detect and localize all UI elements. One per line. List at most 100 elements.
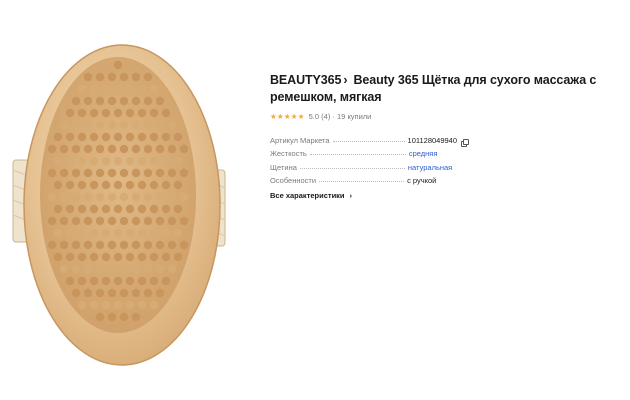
bristle-tuft (173, 228, 183, 238)
bristle-tuft (83, 264, 93, 274)
bristle-tuft (59, 168, 69, 178)
spec-value-link[interactable]: натуральная (408, 163, 452, 172)
bristle-tuft (113, 180, 123, 190)
bristle-tuft (101, 108, 111, 118)
bristle-tuft (77, 228, 87, 238)
bristle-tuft (143, 192, 153, 202)
bristle-tuft (149, 156, 159, 166)
bristle-tuft (143, 120, 153, 130)
bristle-tuft (71, 144, 81, 154)
bristle-tuft (107, 96, 117, 106)
bristle-tuft (71, 192, 81, 202)
bristle-tuft (131, 264, 141, 274)
bristle-tuft (95, 168, 105, 178)
bristle-tuft (161, 228, 171, 238)
bristle-tuft (155, 288, 165, 298)
bristle-tuft (119, 120, 129, 130)
bristle-tuft (113, 252, 123, 262)
bristle-tuft (173, 204, 183, 214)
bristle-tuft (107, 216, 117, 226)
bristle-tuft (65, 228, 75, 238)
bristle-tuft (155, 264, 165, 274)
bristle-tuft (71, 96, 81, 106)
bristle-tuft (161, 276, 171, 286)
bristle-tuft (155, 192, 165, 202)
bristle-tuft (107, 168, 117, 178)
bristle-tuft (179, 192, 189, 202)
bristle-tuft (83, 96, 93, 106)
bristle-tuft (65, 108, 75, 118)
bristle-tuft (71, 288, 81, 298)
bristle-tuft (47, 168, 57, 178)
bristle-tuft (155, 168, 165, 178)
bristle-tuft (143, 264, 153, 274)
bristle-tuft (101, 276, 111, 286)
bristle-tuft (119, 312, 129, 322)
bristle-tuft (155, 144, 165, 154)
bristle-tuft (89, 108, 99, 118)
bristle-tuft (119, 264, 129, 274)
bristle-tuft (89, 228, 99, 238)
bristle-tuft (125, 252, 135, 262)
bristle-tuft (77, 252, 87, 262)
star-icon: ★★★★★ (270, 112, 305, 121)
spec-row-article: Артикул Маркета 101128049940 (270, 132, 622, 148)
bristle-tuft (83, 240, 93, 250)
bristle-tuft (149, 84, 159, 94)
bristle-tuft (89, 84, 99, 94)
bristle-tuft (101, 84, 111, 94)
bristle-tuft (101, 252, 111, 262)
bristle-tuft (101, 228, 111, 238)
copy-icon[interactable] (461, 139, 470, 148)
bristle-tuft (131, 144, 141, 154)
bristle-tuft (137, 84, 147, 94)
bristle-tuft (95, 264, 105, 274)
bristle-tuft (59, 120, 69, 130)
bristle-tuft (131, 240, 141, 250)
spec-key: Особенности (270, 175, 317, 185)
bristle-tuft (167, 168, 177, 178)
spec-value-link[interactable]: средняя (409, 149, 438, 158)
bristle-tuft (101, 180, 111, 190)
bristle-tuft (143, 168, 153, 178)
bristle-tuft (113, 156, 123, 166)
rating-row[interactable]: ★★★★★ 5.0 (4) · 19 купили (270, 112, 622, 121)
bristle-tuft (59, 264, 69, 274)
all-specs-label: Все характеристики (270, 190, 345, 200)
bristle-tuft (113, 204, 123, 214)
product-image[interactable] (0, 0, 250, 400)
bristle-tuft (95, 216, 105, 226)
bristle-tuft (173, 180, 183, 190)
bristle-tuft (143, 72, 153, 82)
bristle-tuft (89, 156, 99, 166)
bristle-tuft (119, 216, 129, 226)
bristle-tuft (179, 240, 189, 250)
bristle-tuft (167, 144, 177, 154)
bristle-tuft (131, 312, 141, 322)
bristle-tuft (53, 204, 63, 214)
bristle-tuft (131, 192, 141, 202)
bristle-tuft (119, 240, 129, 250)
bristle-tuft (89, 300, 99, 310)
bristle-tuft (101, 204, 111, 214)
brand-name: BEAUTY365 (270, 73, 342, 87)
bristle-tuft (95, 72, 105, 82)
spec-key: Жесткость (270, 149, 307, 159)
purchases-count: 19 купили (337, 112, 372, 121)
brand-link[interactable]: BEAUTY365 › (270, 73, 353, 87)
bristle-tuft (125, 156, 135, 166)
bristle-tuft (107, 240, 117, 250)
bristle-tuft (155, 120, 165, 130)
bristle-tuft (155, 216, 165, 226)
all-specs-link[interactable]: Все характеристики › (270, 191, 352, 200)
bristle-tuft (77, 132, 87, 142)
bristle-tuft (113, 60, 123, 70)
bristle-tuft (125, 84, 135, 94)
bristle-tuft (161, 180, 171, 190)
bristle-tuft (65, 132, 75, 142)
bristle-tuft (95, 240, 105, 250)
bristle-tuft (53, 252, 63, 262)
bristle-tuft (95, 120, 105, 130)
bristle-tuft (161, 132, 171, 142)
bristle-tuft (137, 204, 147, 214)
